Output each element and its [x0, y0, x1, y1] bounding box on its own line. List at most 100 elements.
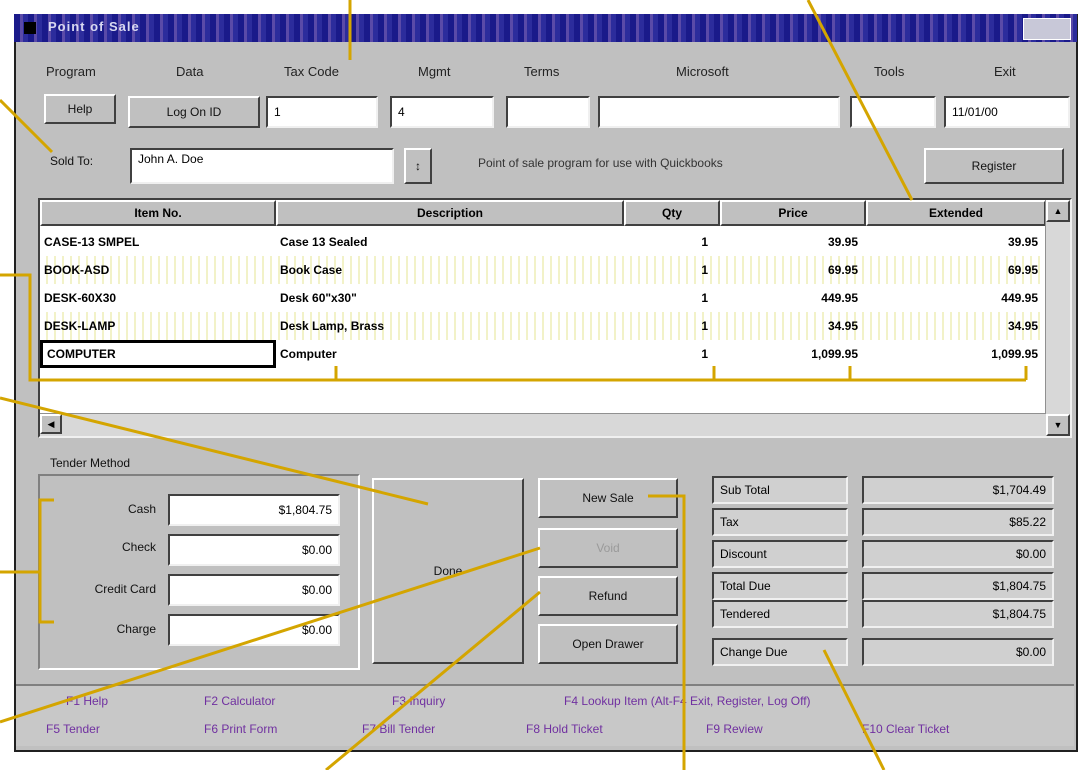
cell-price[interactable]: 34.95 [720, 312, 862, 340]
tendered-value: $1,804.75 [862, 600, 1054, 628]
tender-method-title: Tender Method [50, 456, 131, 470]
subtotal-value: $1,704.49 [862, 476, 1054, 504]
cell-extended[interactable]: 1,099.95 [866, 340, 1042, 368]
scroll-up-icon[interactable]: ▲ [1046, 200, 1070, 222]
title-bar[interactable]: Point of Sale [14, 14, 1077, 42]
grid-horizontal-scrollbar[interactable]: ◀ [40, 413, 1046, 436]
sold-to-label: Sold To: [50, 154, 94, 168]
tender-cash-field[interactable]: $1,804.75 [168, 494, 340, 526]
cell-qty[interactable]: 1 [652, 340, 712, 368]
cell-price[interactable]: 1,099.95 [720, 340, 862, 368]
cell-item-no[interactable]: CASE-13 SMPEL [40, 228, 276, 256]
col-header-description[interactable]: Description [276, 200, 624, 226]
hint-f3: F3 Inquiry [392, 694, 446, 708]
total-due-value: $1,804.75 [862, 572, 1054, 600]
open-drawer-button[interactable]: Open Drawer [538, 624, 678, 664]
col-header-item-no[interactable]: Item No. [40, 200, 276, 226]
menu-terms[interactable]: Terms [524, 64, 559, 79]
hint-f6: F6 Print Form [204, 722, 278, 736]
tax-label: Tax [712, 508, 848, 536]
line-items-grid[interactable]: Item No. Description Qty Price Extended … [38, 198, 1072, 438]
col-header-extended[interactable]: Extended [866, 200, 1046, 226]
hint-f9: F9 Review [706, 722, 763, 736]
table-row[interactable]: CASE-13 SMPEL Case 13 Sealed 1 39.95 39.… [40, 228, 1040, 256]
tender-credit-card-field[interactable]: $0.00 [168, 574, 340, 606]
cell-qty[interactable]: 1 [652, 312, 712, 340]
help-button[interactable]: Help [44, 94, 116, 124]
cell-price[interactable]: 69.95 [720, 256, 862, 284]
void-button[interactable]: Void [538, 528, 678, 568]
discount-value: $0.00 [862, 540, 1054, 568]
discount-label: Discount [712, 540, 848, 568]
table-row[interactable]: DESK-LAMP Desk Lamp, Brass 1 34.95 34.95 [40, 312, 1040, 340]
top-field-5[interactable] [850, 96, 936, 128]
table-row[interactable]: BOOK-ASD Book Case 1 69.95 69.95 [40, 256, 1040, 284]
total-due-label: Total Due [712, 572, 848, 600]
menu-tools[interactable]: Tools [874, 64, 904, 79]
menu-microsoft[interactable]: Microsoft [676, 64, 729, 79]
cell-price[interactable]: 39.95 [720, 228, 862, 256]
cell-item-no-active[interactable]: COMPUTER [40, 340, 276, 368]
function-key-bar: F1 Help F2 Calculator F3 Inquiry F4 Look… [16, 684, 1074, 746]
cell-item-no[interactable]: DESK-LAMP [40, 312, 276, 340]
program-info-text: Point of sale program for use with Quick… [478, 156, 723, 170]
cell-description[interactable]: Desk Lamp, Brass [276, 312, 704, 340]
top-field-2[interactable]: 4 [390, 96, 494, 128]
cell-description[interactable]: Computer [276, 340, 704, 368]
tender-label-credit-card: Credit Card [94, 582, 156, 596]
cell-qty[interactable]: 1 [652, 228, 712, 256]
cell-qty[interactable]: 1 [652, 256, 712, 284]
sold-to-field[interactable]: John A. Doe [130, 148, 394, 184]
cell-extended[interactable]: 449.95 [866, 284, 1042, 312]
done-button[interactable]: Done [372, 478, 524, 664]
sold-to-lookup-button[interactable]: ↕ [404, 148, 432, 184]
refund-button[interactable]: Refund [538, 576, 678, 616]
cell-item-no[interactable]: DESK-60X30 [40, 284, 276, 312]
top-field-1[interactable]: 1 [266, 96, 378, 128]
menu-data[interactable]: Data [176, 64, 203, 79]
menu-tax-code[interactable]: Tax Code [284, 64, 339, 79]
new-sale-button[interactable]: New Sale [538, 478, 678, 518]
table-row[interactable]: DESK-60X30 Desk 60"x30" 1 449.95 449.95 [40, 284, 1040, 312]
cell-description[interactable]: Case 13 Sealed [276, 228, 704, 256]
col-header-price[interactable]: Price [720, 200, 866, 226]
col-header-qty[interactable]: Qty [624, 200, 720, 226]
log-on-id-button[interactable]: Log On ID [128, 96, 260, 128]
cell-extended[interactable]: 34.95 [866, 312, 1042, 340]
scroll-left-icon[interactable]: ◀ [40, 414, 62, 434]
grid-vertical-scrollbar[interactable]: ▲ ▼ [1045, 200, 1070, 436]
cell-price[interactable]: 449.95 [720, 284, 862, 312]
menu-bar: Program Data Tax Code Mgmt Terms Microso… [18, 62, 1068, 84]
hint-f2: F2 Calculator [204, 694, 276, 708]
tender-charge-field[interactable]: $0.00 [168, 614, 340, 646]
menu-mgmt[interactable]: Mgmt [418, 64, 451, 79]
cell-description[interactable]: Book Case [276, 256, 704, 284]
change-due-value: $0.00 [862, 638, 1054, 666]
tender-label-check: Check [121, 540, 156, 554]
hint-f1: F1 Help [66, 694, 109, 708]
hint-f8: F8 Hold Ticket [526, 722, 603, 736]
register-button[interactable]: Register [924, 148, 1064, 184]
tender-label-cash: Cash [127, 502, 156, 516]
cell-qty[interactable]: 1 [652, 284, 712, 312]
hint-f10: F10 Clear Ticket [862, 722, 950, 736]
window-controls[interactable] [1023, 18, 1071, 40]
window-title: Point of Sale [48, 19, 140, 34]
scroll-down-icon[interactable]: ▼ [1046, 414, 1070, 436]
cell-extended[interactable]: 39.95 [866, 228, 1042, 256]
cell-description[interactable]: Desk 60"x30" [276, 284, 704, 312]
subtotal-label: Sub Total [712, 476, 848, 504]
tender-check-field[interactable]: $0.00 [168, 534, 340, 566]
top-field-4[interactable] [598, 96, 840, 128]
cell-extended[interactable]: 69.95 [866, 256, 1042, 284]
table-row[interactable]: COMPUTER Computer 1 1,099.95 1,099.95 [40, 340, 1040, 368]
hint-f5: F5 Tender [46, 722, 100, 736]
date-field[interactable]: 11/01/00 [944, 96, 1070, 128]
hint-f7: F7 Bill Tender [362, 722, 436, 736]
top-field-3[interactable] [506, 96, 590, 128]
menu-program[interactable]: Program [46, 64, 96, 79]
system-menu-icon[interactable] [24, 22, 36, 34]
menu-exit[interactable]: Exit [994, 64, 1016, 79]
tendered-label: Tendered [712, 600, 848, 628]
cell-item-no[interactable]: BOOK-ASD [40, 256, 276, 284]
